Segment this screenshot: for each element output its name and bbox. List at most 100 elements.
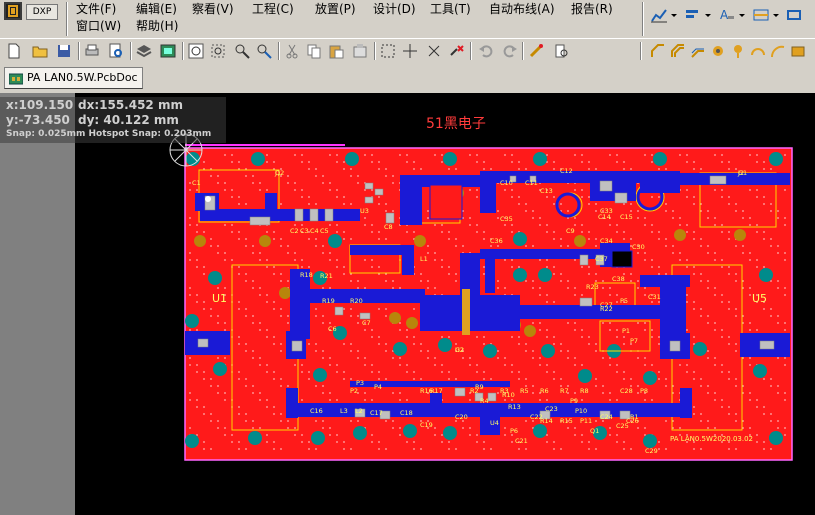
zoom-component-icon[interactable] <box>256 43 272 59</box>
stitch-via <box>770 448 772 450</box>
menu-reports[interactable]: 报告(R) <box>571 1 613 18</box>
place-arc-edge-icon[interactable] <box>770 43 786 59</box>
stitch-via <box>315 315 317 317</box>
stitch-via <box>714 224 716 226</box>
layer-stack-icon[interactable] <box>136 43 152 59</box>
stitch-via <box>203 441 205 443</box>
stitch-via <box>525 420 527 422</box>
stitch-via <box>756 329 758 331</box>
stitch-via <box>693 203 695 205</box>
stitch-via <box>483 273 485 275</box>
stitch-via <box>756 441 758 443</box>
stitch-via <box>280 238 282 240</box>
zoom-area-icon[interactable] <box>210 43 226 59</box>
stitch-via <box>252 385 254 387</box>
menu-tools[interactable]: 工具(T) <box>430 1 471 18</box>
select-area-icon[interactable] <box>380 43 396 59</box>
menu-place[interactable]: 放置(P) <box>315 1 356 18</box>
place-via-icon[interactable] <box>730 43 746 59</box>
print-icon[interactable] <box>84 43 100 59</box>
stitch-via <box>763 441 765 443</box>
browse-component-icon[interactable] <box>554 43 570 59</box>
stitch-via <box>763 308 765 310</box>
place-fill-icon[interactable] <box>790 43 806 59</box>
stitch-via <box>658 266 660 268</box>
stitch-via <box>462 357 464 359</box>
stitch-via <box>595 245 597 247</box>
board-view-icon[interactable] <box>160 43 176 59</box>
dxp-logo[interactable]: DXP <box>4 2 58 20</box>
designator-label: R21 <box>320 272 333 280</box>
stitch-via <box>616 336 618 338</box>
stitch-via <box>721 154 723 156</box>
menu-window[interactable]: 窗口(W) <box>76 18 121 35</box>
menu-project[interactable]: 工程(C) <box>252 1 294 18</box>
stitch-via <box>189 294 191 296</box>
stitch-via <box>518 343 520 345</box>
stitch-via <box>476 189 478 191</box>
stitch-via <box>581 329 583 331</box>
redo-icon[interactable] <box>502 43 518 59</box>
paste-icon[interactable] <box>328 43 344 59</box>
stitch-via <box>350 350 352 352</box>
menu-design[interactable]: 设计(D) <box>373 1 416 18</box>
layers-icon[interactable] <box>786 7 804 23</box>
stitch-via <box>637 385 639 387</box>
grid-icon[interactable] <box>752 7 770 23</box>
move-icon[interactable] <box>402 43 418 59</box>
trace <box>290 269 310 339</box>
menu-view[interactable]: 察看(V) <box>192 1 234 18</box>
zoom-fit-icon[interactable] <box>188 43 204 59</box>
stitch-via <box>441 224 443 226</box>
move-selection-icon[interactable] <box>426 43 442 59</box>
route-multiple-icon[interactable] <box>690 43 706 59</box>
cut-icon[interactable] <box>284 43 300 59</box>
stitch-via <box>385 378 387 380</box>
stitch-via <box>623 336 625 338</box>
cross-probe-icon[interactable] <box>528 43 544 59</box>
place-arc-icon[interactable] <box>750 43 766 59</box>
rubber-stamp-icon[interactable] <box>352 43 368 59</box>
interactive-route-icon[interactable] <box>650 43 666 59</box>
stitch-via <box>245 280 247 282</box>
stitch-via <box>294 189 296 191</box>
stitch-via <box>728 266 730 268</box>
document-tab[interactable]: PA LAN0.5W.PcbDoc <box>4 67 143 89</box>
menu-autoroute[interactable]: 自动布线(A) <box>489 1 555 18</box>
stitch-via <box>364 357 366 359</box>
stitch-via <box>700 385 702 387</box>
stitch-via <box>434 252 436 254</box>
chart-icon[interactable] <box>650 7 668 23</box>
stitch-via <box>511 399 513 401</box>
zoom-select-icon[interactable] <box>234 43 250 59</box>
new-file-icon[interactable] <box>6 43 22 59</box>
stitch-via <box>252 350 254 352</box>
undo-icon[interactable] <box>478 43 494 59</box>
stitch-via <box>301 189 303 191</box>
stitch-via <box>413 343 415 345</box>
place-pad-icon[interactable] <box>710 43 726 59</box>
stitch-via <box>224 287 226 289</box>
open-folder-icon[interactable] <box>32 43 48 59</box>
save-icon[interactable] <box>56 43 72 59</box>
stitch-via <box>567 322 569 324</box>
copy-icon[interactable] <box>306 43 322 59</box>
print-preview-icon[interactable] <box>108 43 124 59</box>
menu-file[interactable]: 文件(F) <box>76 1 116 18</box>
stitch-via <box>497 210 499 212</box>
align-icon[interactable] <box>684 7 702 23</box>
dxp-label: DXP <box>26 4 58 20</box>
text-format-icon[interactable]: A <box>718 7 736 23</box>
pcb-doc-icon <box>8 72 24 85</box>
menu-help[interactable]: 帮助(H) <box>136 18 178 35</box>
stitch-via <box>273 441 275 443</box>
differential-route-icon[interactable] <box>670 43 686 59</box>
stitch-via <box>287 252 289 254</box>
stitch-via <box>588 196 590 198</box>
stitch-via <box>553 203 555 205</box>
pcb-canvas[interactable]: J1 J2 U2 U3 U4 C1 C2 C3 C4 C5 C6 C7 C8 C9 C10 C11 C12 C13… <box>0 93 815 515</box>
deselect-icon[interactable] <box>448 43 464 59</box>
stitch-via <box>693 273 695 275</box>
q1-body <box>611 250 633 268</box>
menu-edit[interactable]: 编辑(E) <box>136 1 177 18</box>
